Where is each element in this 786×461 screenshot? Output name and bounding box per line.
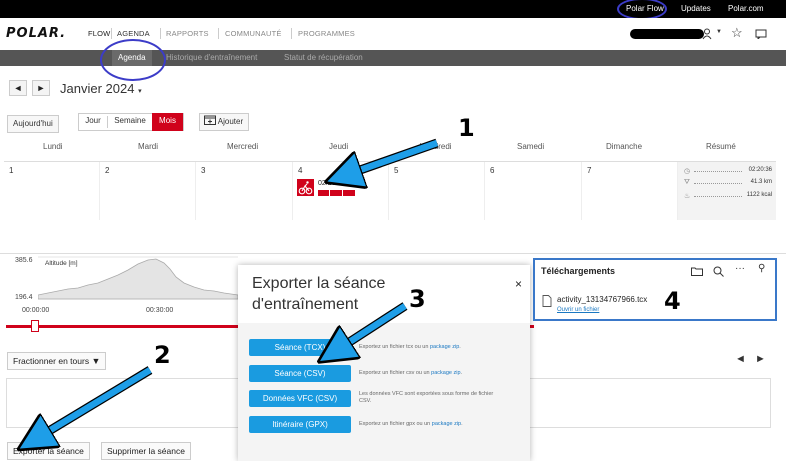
arrow-3 xyxy=(334,303,407,352)
annotation-3: 3 xyxy=(409,285,426,313)
arrow-2 xyxy=(34,367,152,440)
annotation-arrows xyxy=(0,138,439,461)
arrow-1 xyxy=(343,139,439,176)
annotation-4: 4 xyxy=(664,287,681,315)
annotation-2: 2 xyxy=(154,341,171,369)
annotation-1: 1 xyxy=(458,114,475,142)
